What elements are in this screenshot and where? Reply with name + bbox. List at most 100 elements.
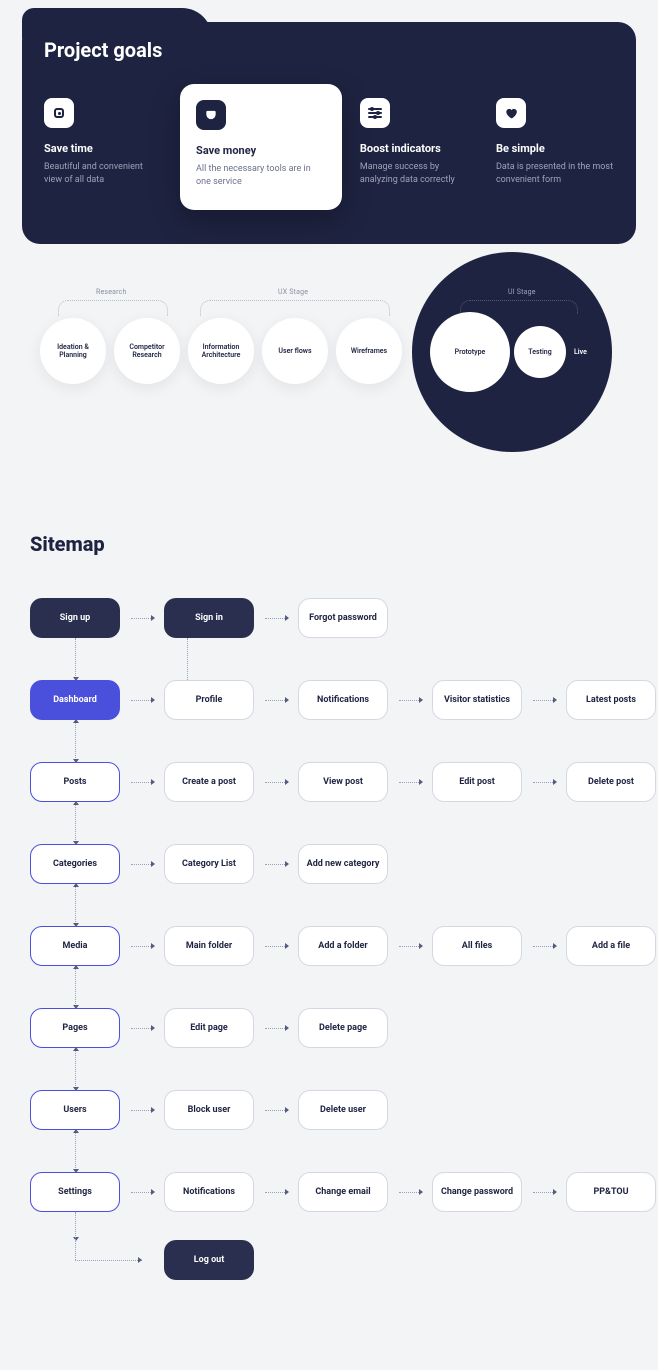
sitemap-row: Settings Notifications Change email Change … [30,1172,628,1212]
connector-horizontal [265,1110,287,1111]
goal-title: Boost indicators [360,142,478,155]
ui-stage-label: UI Stage [508,288,536,296]
connector-horizontal [131,864,153,865]
sitemap-node-child: Add new category [298,844,388,884]
sitemap-row: Users Block user Delete user [30,1090,628,1130]
sitemap-node-child: PP&TOU [566,1172,656,1212]
connector-horizontal [75,1260,142,1261]
stage-bubble-competitor: Competitor Research [114,318,180,384]
arrowhead-icon [138,1257,142,1263]
connector-horizontal [399,700,421,701]
connector-horizontal [533,946,555,947]
connector-horizontal [265,946,287,947]
sitemap-node-primary: Media [30,926,120,966]
sitemap-title: Sitemap [30,532,628,556]
goal-save-time: Save time Beautiful and convenient view … [44,98,162,186]
goal-save-money: Save money All the necessary tools are i… [180,84,342,210]
sitemap-node-child: Notifications [164,1172,254,1212]
stage-bubble-userflows: User flows [262,318,328,384]
goal-desc: Manage success by analyzing data correct… [360,161,478,186]
sitemap-node-child: Create a post [164,762,254,802]
connector-vertical [75,802,76,844]
sitemap-node-child: Edit page [164,1008,254,1048]
sitemap-row: DashboardProfileNotificationsVisitor sta… [30,680,628,720]
sitemap-node-child: Sign in [164,598,254,638]
goal-title: Save time [44,142,162,155]
sitemap-node-primary: Settings [30,1172,120,1212]
goal-desc: Beautiful and convenient view of all dat… [44,161,162,186]
sitemap-node-child: Delete user [298,1090,388,1130]
stage-bubble-wireframes: Wireframes [336,318,402,384]
sitemap-node-logout: Log out [164,1240,254,1280]
connector-horizontal [131,700,153,701]
sitemap-node-child: Delete page [298,1008,388,1048]
sitemap-node-child: Change email [298,1172,388,1212]
sitemap-node-child: Category List [164,844,254,884]
connector-horizontal [265,864,287,865]
connector-horizontal [399,1192,421,1193]
sitemap-node-child: Change password [432,1172,522,1212]
sitemap-row: Sign upSign inForgot password [30,598,628,638]
connector-horizontal [131,946,153,947]
connector-horizontal [533,1192,555,1193]
sitemap-node-child: Forgot password [298,598,388,638]
heart-icon [496,98,526,128]
stage-bubble-ideation: Ideation & Planning [40,318,106,384]
sitemap-node-child: Block user [164,1090,254,1130]
connector-horizontal [265,700,287,701]
connector-vertical [75,638,76,680]
sitemap-row-logout: Log out [30,1240,628,1280]
connector-horizontal [533,782,555,783]
sitemap-node-child: Add a folder [298,926,388,966]
sitemap-grid: Sign upSign inForgot passwordDashboardPr… [30,598,628,1280]
connector-vertical [187,638,188,680]
connector-horizontal [131,1110,153,1111]
connector-horizontal [399,946,421,947]
sitemap-node-child: Profile [164,680,254,720]
research-stage-label: Research [96,288,127,296]
connector-horizontal [265,618,287,619]
checkbox-icon [44,98,74,128]
connector-vertical [75,966,76,1008]
connector-vertical [75,1048,76,1090]
sitemap-node-primary: Pages [30,1008,120,1048]
connector-vertical [75,1130,76,1172]
sitemap-node-child: View post [298,762,388,802]
connector-horizontal [399,782,421,783]
goal-title: Save money [196,144,326,157]
connector-horizontal [265,1192,287,1193]
goal-desc: All the necessary tools are in one servi… [196,163,326,188]
stage-live-label: Live [574,348,587,356]
sitemap-node-child: Notifications [298,680,388,720]
stage-bubble-testing: Testing [514,326,566,378]
project-goals-row: Save time Beautiful and convenient view … [44,98,614,210]
sitemap-row: PostsCreate a postView postEdit postDele… [30,762,628,802]
connector-horizontal [265,1028,287,1029]
stage-bubble-prototype: Prototype [430,312,510,392]
project-goals-section: Project goals Save time Beautiful and co… [0,0,658,244]
ux-bracket [200,300,390,316]
connector-vertical [75,1212,76,1260]
panel-tab-notch [22,8,212,38]
sitemap-node-child: Main folder [164,926,254,966]
connector-horizontal [131,782,153,783]
project-goals-title: Project goals [44,38,614,62]
goal-be-simple: Be simple Data is presented in the most … [496,98,614,186]
wallet-icon [196,100,226,130]
connector-vertical [75,720,76,762]
sitemap-node-primary: Users [30,1090,120,1130]
sitemap-node-child: Visitor statistics [432,680,522,720]
connector-vertical [75,884,76,926]
goal-boost-indicators: Boost indicators Manage success by analy… [360,98,478,186]
project-goals-panel: Project goals Save time Beautiful and co… [22,22,636,244]
sliders-icon [360,98,390,128]
sitemap-node-child: Delete post [566,762,656,802]
sitemap-node-child: Add a file [566,926,656,966]
sitemap-section: Sitemap Sign upSign inForgot passwordDas… [0,484,658,1320]
sitemap-node-child: Edit post [432,762,522,802]
sitemap-row: MediaMain folderAdd a folderAll filesAdd… [30,926,628,966]
connector-horizontal [131,1028,153,1029]
sitemap-row: Pages Edit page Delete page [30,1008,628,1048]
sitemap-node-child: Latest posts [566,680,656,720]
connector-horizontal [265,782,287,783]
